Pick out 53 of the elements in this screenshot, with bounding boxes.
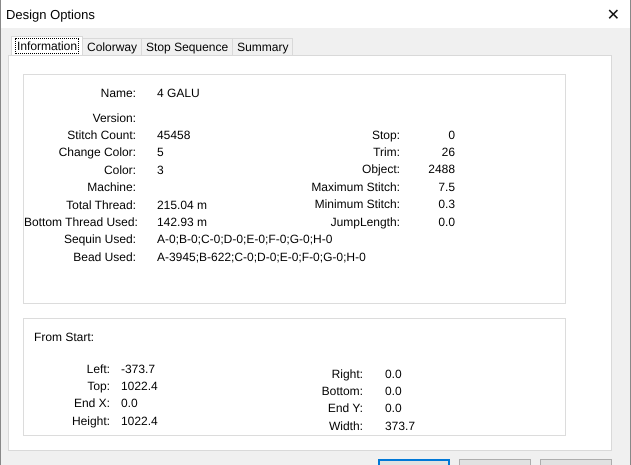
field-label: Maximum Stitch: bbox=[310, 180, 400, 194]
field-value: -373.7 bbox=[121, 362, 156, 376]
field-value: 0.3 bbox=[437, 197, 456, 212]
tab[interactable]: Colorway bbox=[82, 38, 142, 55]
field-value: 4 GALU bbox=[157, 86, 200, 100]
field-label: Version: bbox=[92, 110, 136, 125]
tab[interactable]: Information bbox=[11, 36, 84, 55]
field-value: 0.0 bbox=[385, 366, 402, 381]
field-value: 0.0 bbox=[385, 384, 402, 398]
field-value: A-3945;B-622;C-0;D-0;E-0;F-0;G-0;H-0 bbox=[157, 250, 366, 264]
field-label: Right: bbox=[330, 366, 363, 381]
field-value: A-0;B-0;C-0;D-0;E-0;F-0;G-0;H-0 bbox=[157, 232, 332, 246]
field-value: 2488 bbox=[427, 162, 456, 176]
field-value: 45458 bbox=[157, 128, 190, 142]
field-label: Machine: bbox=[86, 180, 136, 194]
tab[interactable]: Summary bbox=[232, 38, 294, 55]
field-label: Stitch Count: bbox=[66, 128, 136, 142]
field-value: 0.0 bbox=[437, 214, 456, 229]
field-label: Bead Used: bbox=[72, 250, 136, 264]
field-value: 26 bbox=[440, 145, 456, 160]
field-label: Minimum Stitch: bbox=[314, 197, 400, 212]
field-label: Stop: bbox=[370, 128, 400, 142]
field-label: End X: bbox=[72, 396, 110, 410]
field-value: 1022.4 bbox=[121, 414, 158, 428]
field-value: 373.7 bbox=[385, 418, 416, 433]
tab[interactable]: Stop Sequence bbox=[141, 38, 234, 55]
field-label: Width: bbox=[328, 418, 363, 433]
window-title: Design Options bbox=[6, 6, 95, 22]
field-value: 3 bbox=[157, 162, 164, 177]
field-label: Color: bbox=[102, 162, 136, 177]
field-value: 0.0 bbox=[121, 396, 138, 410]
group-title: From Start: bbox=[34, 330, 96, 344]
field-label: Change Color: bbox=[58, 145, 136, 160]
field-value: 0.0 bbox=[385, 401, 402, 416]
field-value: 215.04 m bbox=[157, 198, 208, 212]
field-label: Name: bbox=[100, 86, 136, 100]
field-value: 7.5 bbox=[437, 180, 456, 194]
field-label: Object: bbox=[360, 162, 400, 176]
field-value: 0 bbox=[447, 128, 456, 142]
field-label: JumpLength: bbox=[330, 214, 400, 229]
field-value: 142.93 m bbox=[157, 215, 208, 230]
field-label: Bottom Thread Used: bbox=[24, 215, 136, 230]
field-label: Left: bbox=[86, 362, 110, 376]
field-label: Total Thread: bbox=[65, 198, 136, 212]
field-label: Sequin Used: bbox=[62, 232, 136, 246]
field-label: Bottom: bbox=[320, 384, 363, 398]
field-label: Height: bbox=[70, 414, 110, 428]
field-label: Trim: bbox=[372, 145, 400, 160]
field-value: 1022.4 bbox=[121, 379, 158, 394]
close-button[interactable]: ✕ bbox=[602, 4, 624, 24]
field-label: Top: bbox=[86, 379, 110, 394]
field-value: 5 bbox=[157, 145, 164, 160]
field-label: End Y: bbox=[326, 401, 363, 416]
